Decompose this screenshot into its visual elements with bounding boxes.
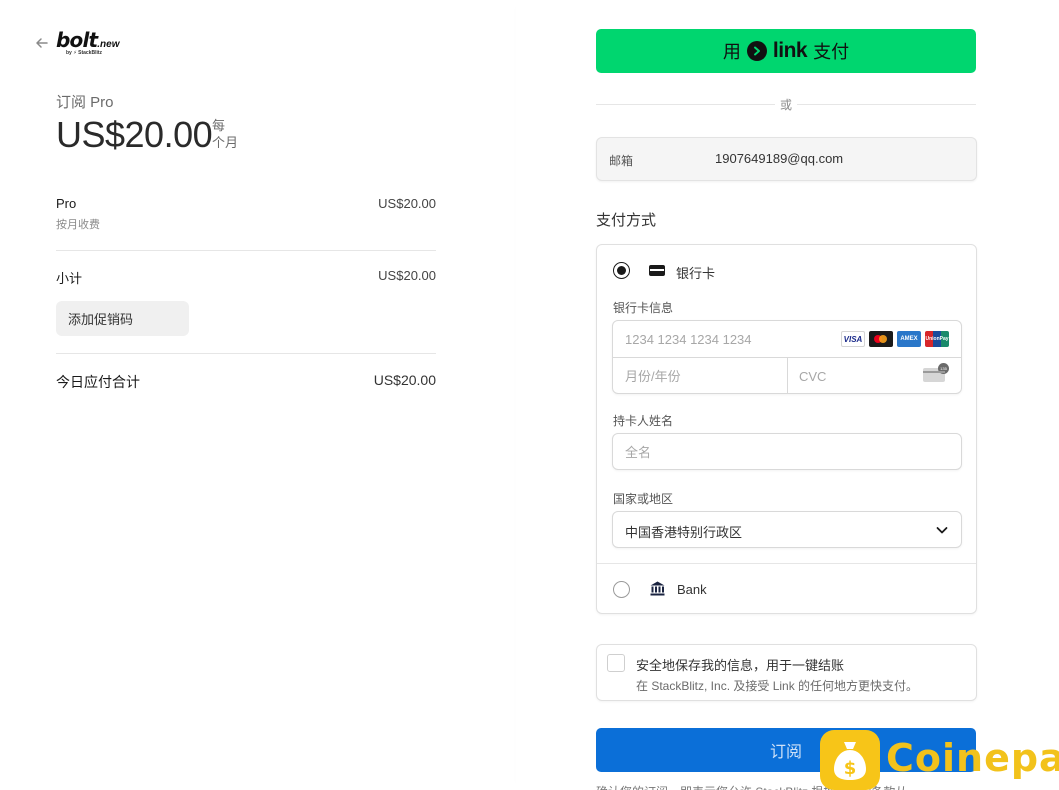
card-info-label: 银行卡信息	[613, 301, 674, 315]
link-chevron-icon	[746, 41, 767, 61]
money-bag-icon: $	[820, 730, 880, 790]
payment-method-title: 支付方式	[596, 212, 657, 229]
cardholder-name-label: 持卡人姓名	[613, 414, 674, 428]
card-input-group: VISA AMEX UnionPay 135	[612, 320, 962, 394]
card-radio[interactable]	[613, 262, 630, 279]
subtotal-amount: US$20.00	[378, 268, 436, 283]
card-number-input[interactable]	[625, 330, 835, 348]
unionpay-icon: UnionPay	[925, 331, 949, 347]
card-option-label: 银行卡	[676, 266, 716, 281]
back-arrow-icon[interactable]	[34, 35, 50, 51]
total-amount: US$20.00	[373, 372, 436, 388]
amex-icon: AMEX	[897, 331, 921, 347]
bank-option-label: Bank	[677, 582, 707, 597]
email-value: 1907649189@qq.com	[715, 151, 844, 166]
save-info-checkbox[interactable]	[607, 654, 625, 672]
divider	[56, 353, 436, 354]
price-amount: US$20.00	[56, 114, 213, 155]
email-label: 邮箱	[609, 154, 634, 168]
mastercard-icon	[869, 331, 893, 347]
line-item-amount: US$20.00	[378, 196, 436, 211]
line-item-sub: 按月收费	[56, 219, 100, 231]
payment-method-box: 银行卡 银行卡信息 VISA AMEX UnionPay 135 持卡人姓名 国…	[596, 244, 977, 614]
watermark-text: Coinepay	[886, 736, 1059, 780]
logo-byline: by ⚡ StackBlitz	[66, 50, 103, 56]
cardholder-name-input[interactable]	[625, 443, 945, 461]
cvc-input[interactable]	[799, 367, 909, 385]
bank-radio[interactable]	[613, 581, 630, 598]
bolt-logo[interactable]: bolt.new by ⚡ StackBlitz	[56, 28, 120, 56]
save-info-box: 安全地保存我的信息，用于一键结账 在 StackBlitz, Inc. 及接受 …	[596, 644, 977, 701]
chevron-down-icon	[936, 527, 948, 534]
add-promo-code-button[interactable]: 添加促销码	[56, 301, 189, 336]
save-info-title: 安全地保存我的信息，用于一键结账	[636, 658, 845, 673]
total-label: 今日应付合计	[56, 374, 140, 390]
divider	[56, 250, 436, 251]
cvc-card-icon: 135	[923, 363, 949, 382]
pay-with-link-button[interactable]: 用 link 支付	[596, 29, 976, 73]
country-value: 中国香港特别行政区	[625, 525, 743, 540]
payment-panel: 用 link 支付 或 邮箱 1907649189@qq.com 支付方式 银行…	[516, 0, 1059, 790]
line-item-name: Pro	[56, 196, 77, 211]
email-field[interactable]: 邮箱 1907649189@qq.com	[596, 137, 977, 181]
line-item-pro: Pro 按月收费 US$20.00	[56, 196, 436, 236]
plan-label: 订阅 Pro	[56, 94, 114, 111]
total-row: 今日应付合计 US$20.00	[56, 372, 436, 392]
or-text: 或	[775, 96, 797, 113]
visa-icon: VISA	[841, 331, 865, 347]
country-label: 国家或地区	[613, 492, 674, 506]
bank-icon	[650, 581, 665, 596]
expiry-input[interactable]	[625, 367, 775, 385]
subtotal-label: 小计	[56, 271, 83, 286]
save-info-subtitle: 在 StackBlitz, Inc. 及接受 Link 的任何地方更快支付。	[636, 679, 919, 693]
subtotal-row: 小计 US$20.00	[56, 268, 436, 288]
credit-card-icon	[649, 265, 665, 276]
svg-text:$: $	[844, 758, 857, 779]
coinepay-watermark: $ Coinepay	[820, 728, 1059, 790]
country-select[interactable]: 中国香港特别行政区	[612, 511, 962, 548]
cardholder-name-field[interactable]	[612, 433, 962, 470]
order-summary-panel: bolt.new by ⚡ StackBlitz 订阅 Pro US$20.00…	[0, 0, 516, 790]
price-period: 每 个月	[212, 118, 239, 150]
